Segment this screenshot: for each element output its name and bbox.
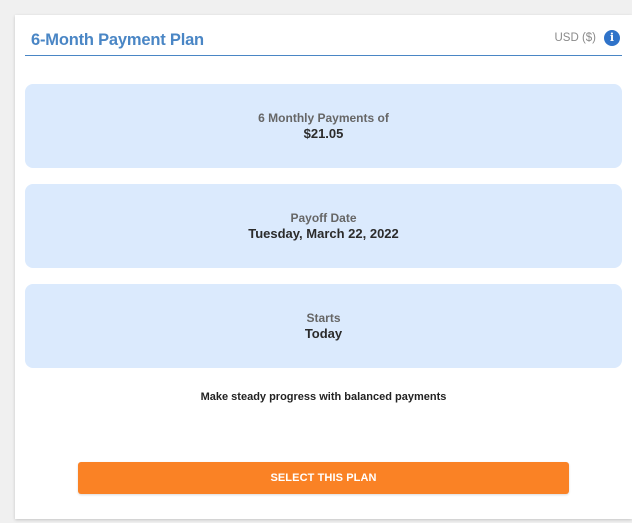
payoff-date-box: Payoff Date Tuesday, March 22, 2022 — [25, 184, 622, 268]
plan-header: 6-Month Payment Plan USD ($) i — [25, 29, 622, 56]
monthly-payment-label: 6 Monthly Payments of — [258, 110, 389, 125]
currency-indicator: USD ($) i — [554, 30, 620, 46]
currency-label: USD ($) — [554, 32, 596, 44]
info-icon[interactable]: i — [604, 30, 620, 46]
payoff-date-value: Tuesday, March 22, 2022 — [248, 225, 399, 241]
monthly-payment-box: 6 Monthly Payments of $21.05 — [25, 84, 622, 168]
payoff-date-label: Payoff Date — [290, 210, 357, 225]
start-date-box: Starts Today — [25, 284, 622, 368]
plan-tagline: Make steady progress with balanced payme… — [200, 391, 447, 403]
start-date-value: Today — [304, 325, 343, 341]
select-plan-button[interactable]: SELECT THIS PLAN — [78, 462, 569, 494]
monthly-payment-value: $21.05 — [303, 125, 344, 141]
payment-plan-card: 6-Month Payment Plan USD ($) i 6 Monthly… — [15, 15, 632, 519]
start-date-label: Starts — [306, 310, 341, 325]
plan-title: 6-Month Payment Plan — [31, 31, 204, 49]
